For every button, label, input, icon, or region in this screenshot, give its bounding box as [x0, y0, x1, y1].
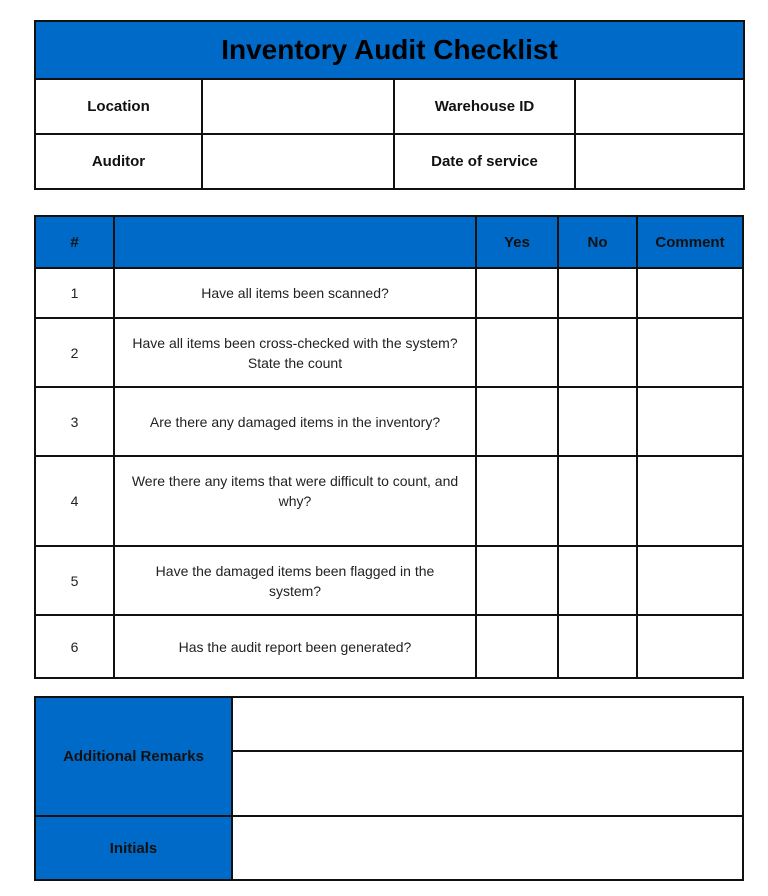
table-row: 2 Have all items been cross-checked with…	[34, 317, 744, 388]
yes-cell[interactable]	[475, 545, 559, 616]
remarks-table: Additional Remarks Initials	[34, 696, 744, 881]
row-number: 3	[34, 386, 115, 457]
remarks-field-2[interactable]	[231, 750, 744, 817]
table-row: 1 Have all items been scanned?	[34, 267, 744, 319]
no-cell[interactable]	[557, 267, 638, 319]
comment-cell[interactable]	[636, 614, 744, 679]
page-title: Inventory Audit Checklist	[33, 20, 746, 80]
auditor-field[interactable]	[201, 133, 395, 190]
auditor-label: Auditor	[34, 133, 203, 190]
checklist-header-row: # Yes No Comment	[34, 215, 744, 269]
initials-field[interactable]	[231, 815, 744, 881]
table-row: 3 Are there any damaged items in the inv…	[34, 386, 744, 457]
comment-cell[interactable]	[636, 267, 744, 319]
yes-cell[interactable]	[475, 267, 559, 319]
checklist-table: # Yes No Comment 1 Have all items been s…	[34, 215, 744, 679]
row-question: Were there any items that were difficult…	[113, 455, 477, 547]
row-question: Have all items been scanned?	[113, 267, 477, 319]
table-row: 6 Has the audit report been generated?	[34, 614, 744, 679]
comment-cell[interactable]	[636, 317, 744, 388]
comment-cell[interactable]	[636, 455, 744, 547]
date-of-service-label: Date of service	[393, 133, 576, 190]
row-question: Are there any damaged items in the inven…	[113, 386, 477, 457]
no-cell[interactable]	[557, 545, 638, 616]
row-question: Have the damaged items been flagged in t…	[113, 545, 477, 616]
initials-label: Initials	[34, 815, 233, 881]
row-number: 6	[34, 614, 115, 679]
row-question: Have all items been cross-checked with t…	[113, 317, 477, 388]
row-number: 2	[34, 317, 115, 388]
no-cell[interactable]	[557, 455, 638, 547]
question-column-header	[113, 215, 477, 269]
yes-cell[interactable]	[475, 317, 559, 388]
row-number: 4	[34, 455, 115, 547]
warehouse-id-label: Warehouse ID	[393, 78, 576, 135]
date-of-service-field[interactable]	[573, 133, 746, 190]
no-cell[interactable]	[557, 386, 638, 457]
comment-column-header: Comment	[636, 215, 744, 269]
comment-cell[interactable]	[636, 386, 744, 457]
table-row: 4 Were there any items that were difficu…	[34, 455, 744, 547]
no-column-header: No	[557, 215, 638, 269]
no-cell[interactable]	[557, 614, 638, 679]
location-field[interactable]	[201, 78, 395, 135]
yes-cell[interactable]	[475, 614, 559, 679]
additional-remarks-label: Additional Remarks	[34, 696, 233, 817]
yes-cell[interactable]	[475, 455, 559, 547]
location-label: Location	[34, 78, 203, 135]
warehouse-id-field[interactable]	[573, 78, 746, 135]
yes-cell[interactable]	[475, 386, 559, 457]
table-row: 5 Have the damaged items been flagged in…	[34, 545, 744, 616]
comment-cell[interactable]	[636, 545, 744, 616]
remarks-field-1[interactable]	[231, 696, 744, 752]
no-cell[interactable]	[557, 317, 638, 388]
number-column-header: #	[34, 215, 115, 269]
audit-info-table: Inventory Audit Checklist Location Wareh…	[33, 20, 746, 190]
row-number: 5	[34, 545, 115, 616]
yes-column-header: Yes	[475, 215, 559, 269]
row-number: 1	[34, 267, 115, 319]
row-question: Has the audit report been generated?	[113, 614, 477, 679]
